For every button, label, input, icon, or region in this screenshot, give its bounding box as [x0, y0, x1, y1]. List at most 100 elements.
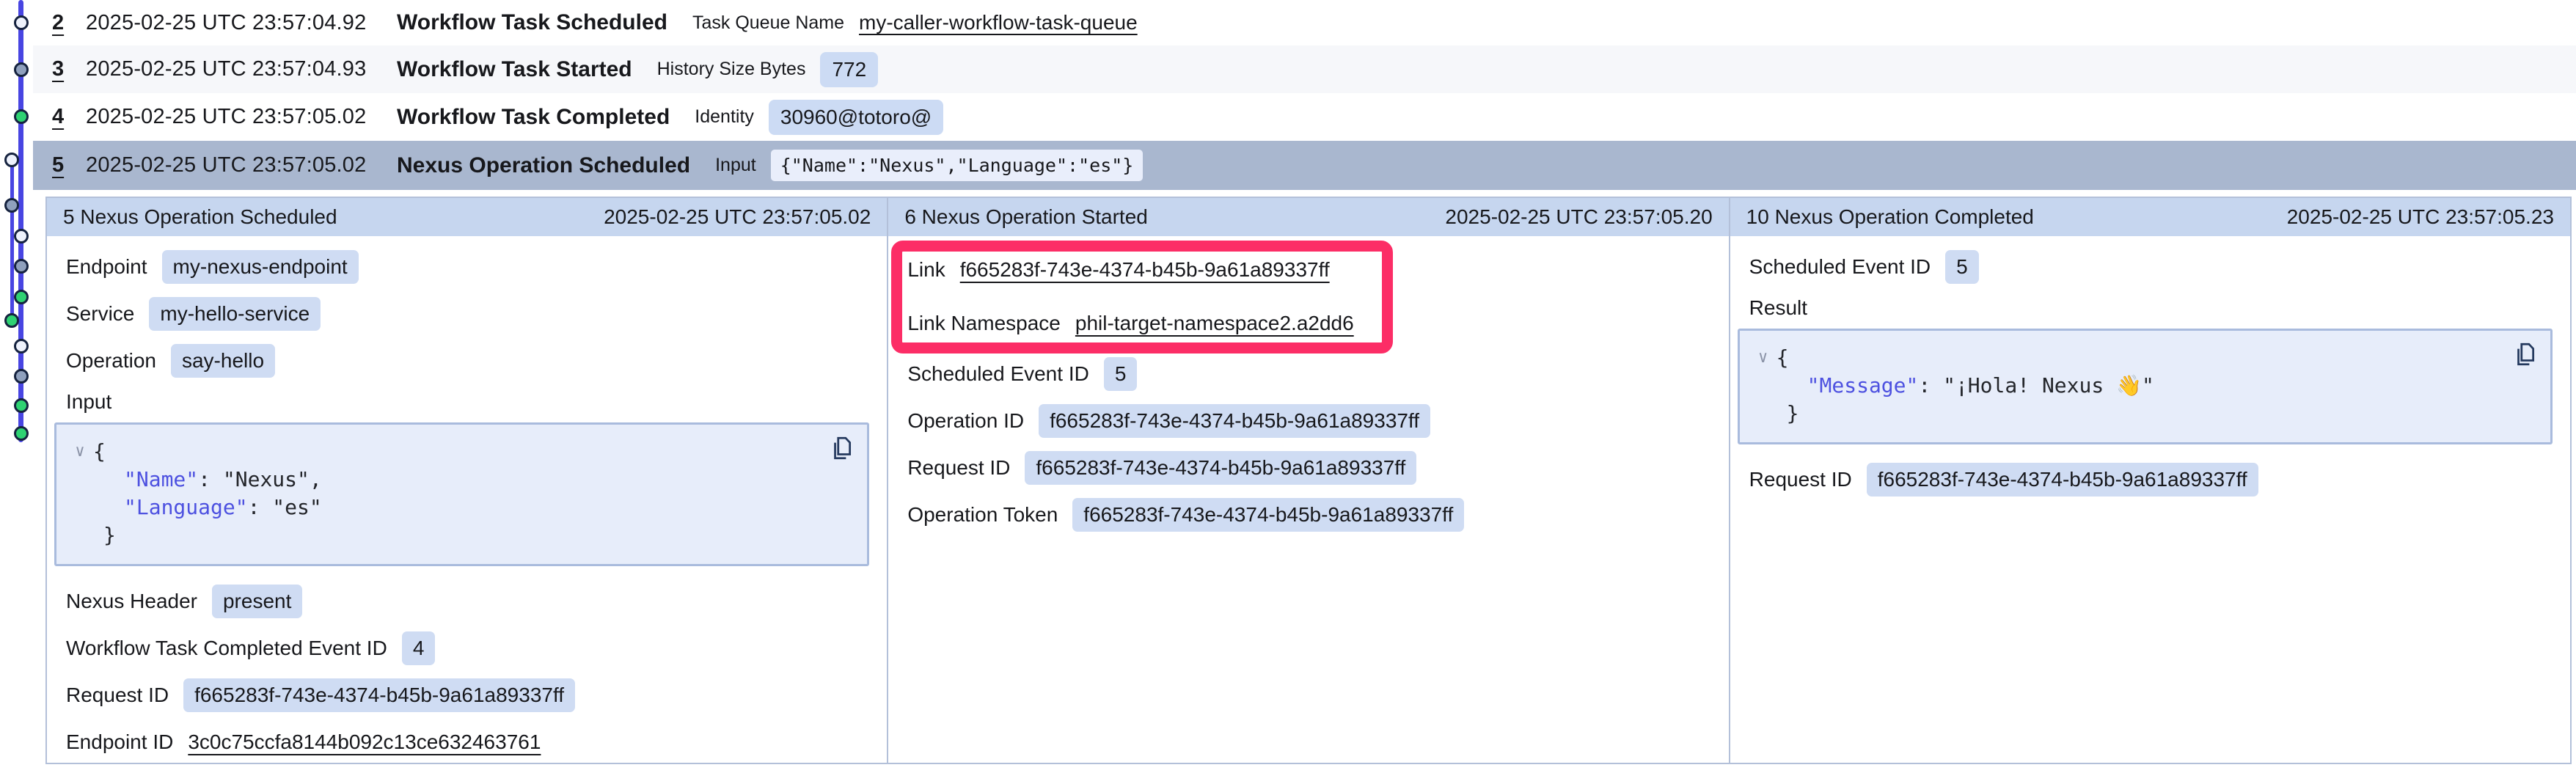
panel-header: 5 Nexus Operation Scheduled 2025-02-25 U…: [47, 198, 887, 236]
timeline-dot-success: [14, 398, 29, 413]
field-endpoint: Endpoint my-nexus-endpoint: [66, 243, 869, 290]
event-time: 2025-02-25 UTC 23:57:04.92: [86, 11, 397, 35]
timeline-dot-success: [14, 109, 29, 124]
event-meta-label: Task Queue Name: [692, 12, 844, 34]
panel-timestamp: 2025-02-25 UTC 23:57:05.20: [1445, 205, 1712, 229]
event-detail-panels: 5 Nexus Operation Scheduled 2025-02-25 U…: [45, 197, 2572, 764]
timeline-dot-neutral: [14, 259, 29, 274]
field-label: Request ID: [66, 684, 169, 707]
field-label: Link Namespace: [907, 312, 1061, 335]
field-label: Operation ID: [907, 409, 1024, 433]
field-label: Endpoint: [66, 255, 147, 279]
task-queue-link[interactable]: my-caller-workflow-task-queue: [859, 11, 1138, 34]
timeline-dot-pending: [14, 15, 29, 30]
field-label: Operation: [66, 349, 156, 373]
timeline-dot-neutral: [4, 198, 19, 213]
event-name: Workflow Task Completed: [397, 105, 670, 130]
panel-title: 10 Nexus Operation Completed: [1746, 205, 2034, 229]
panel-body: Link f665283f-743e-4374-b45b-9a61a89337f…: [888, 236, 1728, 538]
event-name: Workflow Task Scheduled: [397, 10, 667, 35]
field-operation: Operation say-hello: [66, 337, 869, 384]
endpoint-id-link[interactable]: 3c0c75ccfa8144b092c13ce632463761: [188, 730, 541, 754]
panel-nexus-operation-started: 6 Nexus Operation Started 2025-02-25 UTC…: [888, 198, 1730, 763]
timeline-dot-pending: [4, 153, 19, 167]
event-id-link[interactable]: 5: [52, 153, 86, 177]
json-line: "Message": "¡Hola! Nexus 👋": [1750, 372, 2533, 400]
event-row-4[interactable]: 4 2025-02-25 UTC 23:57:05.02 Workflow Ta…: [33, 93, 2576, 141]
collapse-chevron-icon[interactable]: ∨: [67, 438, 93, 466]
timeline-dot-pending: [14, 339, 29, 353]
field-label: Link: [907, 258, 945, 282]
field-label: Scheduled Event ID: [907, 362, 1089, 386]
field-service: Service my-hello-service: [66, 290, 869, 337]
event-time: 2025-02-25 UTC 23:57:05.02: [86, 105, 397, 129]
panel-body: Scheduled Event ID 5 Result ∨ { "Message…: [1730, 236, 2570, 503]
event-name: Workflow Task Started: [397, 57, 632, 82]
history-size-badge: 772: [820, 52, 878, 87]
request-id-badge: f665283f-743e-4374-b45b-9a61a89337ff: [183, 678, 575, 712]
operation-id-badge: f665283f-743e-4374-b45b-9a61a89337ff: [1039, 404, 1430, 438]
field-operation-id: Operation ID f665283f-743e-4374-b45b-9a6…: [907, 398, 1710, 444]
event-list: 2 2025-02-25 UTC 23:57:04.92 Workflow Ta…: [33, 0, 2576, 190]
json-close-brace: }: [67, 521, 849, 549]
event-meta-label: Input: [715, 155, 756, 176]
field-label: Service: [66, 302, 134, 326]
field-wtc-event-id: Workflow Task Completed Event ID 4: [66, 625, 869, 672]
json-line: "Name": "Nexus",: [67, 466, 849, 494]
field-label: Endpoint ID: [66, 730, 173, 754]
input-json-viewer: ∨ { "Name": "Nexus", "Language": "es" }: [54, 422, 869, 566]
input-json-chip: {"Name":"Nexus","Language":"es"}: [771, 150, 1144, 181]
input-section-label: Input: [66, 384, 869, 420]
panel-nexus-operation-completed: 10 Nexus Operation Completed 2025-02-25 …: [1730, 198, 2570, 763]
timeline-dot-pending: [14, 229, 29, 243]
nexus-link[interactable]: f665283f-743e-4374-b45b-9a61a89337ff: [960, 258, 1330, 282]
event-id-link[interactable]: 4: [52, 105, 86, 129]
event-id-link[interactable]: 2: [52, 11, 86, 35]
workflow-event-history: 2 2025-02-25 UTC 23:57:04.92 Workflow Ta…: [0, 0, 2576, 773]
field-label: Workflow Task Completed Event ID: [66, 637, 387, 660]
timeline-dot-neutral: [14, 369, 29, 384]
scheduled-event-id-badge: 5: [1104, 357, 1138, 391]
field-label: Scheduled Event ID: [1749, 255, 1931, 279]
field-label: Request ID: [1749, 468, 1852, 491]
field-nexus-header: Nexus Header present: [66, 578, 869, 625]
timeline-dot-success: [14, 426, 29, 441]
field-scheduled-event-id: Scheduled Event ID 5: [907, 351, 1710, 398]
endpoint-badge: my-nexus-endpoint: [162, 250, 359, 284]
operation-badge: say-hello: [171, 344, 275, 378]
collapse-chevron-icon[interactable]: ∨: [1750, 344, 1777, 372]
event-time: 2025-02-25 UTC 23:57:05.02: [86, 153, 397, 177]
request-id-badge: f665283f-743e-4374-b45b-9a61a89337ff: [1025, 451, 1416, 485]
field-request-id: Request ID f665283f-743e-4374-b45b-9a61a…: [1749, 456, 2553, 503]
field-label: Nexus Header: [66, 590, 197, 613]
event-time: 2025-02-25 UTC 23:57:04.93: [86, 57, 397, 81]
json-close-brace: }: [1750, 400, 2533, 428]
result-section-label: Result: [1749, 290, 2553, 326]
scheduled-event-id-badge: 5: [1945, 250, 1979, 284]
event-id-link[interactable]: 3: [52, 57, 86, 81]
link-namespace-link[interactable]: phil-target-namespace2.a2dd6: [1075, 312, 1354, 335]
copy-icon[interactable]: [829, 435, 854, 461]
field-link: Link f665283f-743e-4374-b45b-9a61a89337f…: [907, 243, 1710, 296]
copy-icon[interactable]: [2512, 341, 2537, 367]
panel-title: 6 Nexus Operation Started: [904, 205, 1148, 229]
service-badge: my-hello-service: [149, 297, 321, 331]
request-id-badge: f665283f-743e-4374-b45b-9a61a89337ff: [1867, 463, 2258, 497]
timeline-dot-success: [4, 313, 19, 328]
field-label: Operation Token: [907, 503, 1058, 527]
event-row-3[interactable]: 3 2025-02-25 UTC 23:57:04.93 Workflow Ta…: [33, 45, 2576, 93]
wtc-event-id-badge: 4: [402, 631, 436, 665]
event-row-5-selected[interactable]: 5 2025-02-25 UTC 23:57:05.02 Nexus Opera…: [33, 141, 2576, 190]
field-link-namespace: Link Namespace phil-target-namespace2.a2…: [907, 296, 1710, 351]
panel-header: 10 Nexus Operation Completed 2025-02-25 …: [1730, 198, 2570, 236]
panel-timestamp: 2025-02-25 UTC 23:57:05.02: [604, 205, 871, 229]
timeline-dot-success: [14, 290, 29, 304]
event-name: Nexus Operation Scheduled: [397, 153, 690, 178]
field-scheduled-event-id: Scheduled Event ID 5: [1749, 243, 2553, 290]
field-operation-token: Operation Token f665283f-743e-4374-b45b-…: [907, 491, 1710, 538]
event-meta-label: History Size Bytes: [657, 59, 806, 80]
field-request-id: Request ID f665283f-743e-4374-b45b-9a61a…: [66, 672, 869, 719]
event-row-2[interactable]: 2 2025-02-25 UTC 23:57:04.92 Workflow Ta…: [33, 0, 2576, 45]
result-json-viewer: ∨ { "Message": "¡Hola! Nexus 👋" }: [1738, 329, 2553, 444]
timeline-dot-neutral: [14, 62, 29, 77]
